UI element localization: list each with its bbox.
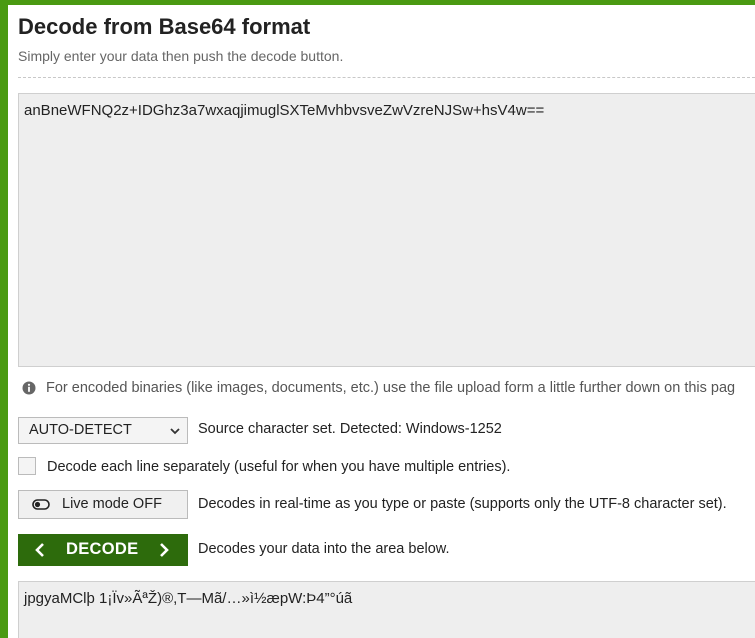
page-title: Decode from Base64 format (18, 14, 311, 39)
left-accent-bar (0, 0, 8, 638)
live-mode-toggle-button[interactable]: Live mode OFF (18, 490, 188, 519)
charset-select[interactable]: AUTO-DETECT (18, 417, 188, 444)
decoded-output-value[interactable]: jpgyaMClþ 1¡Ïv»ÃªŽ)®,T—Mã/…»ì½æpW:Þ4”°úã (24, 590, 352, 607)
base64-input-textarea[interactable] (18, 93, 755, 367)
base64-input-value[interactable]: anBneWFNQ2z+IDGhz3a7wxaqjimuglSXTeMvhbvs… (24, 102, 544, 119)
chevron-right-icon (160, 543, 169, 557)
chevron-down-icon (170, 428, 180, 435)
decode-each-line-checkbox[interactable] (18, 457, 36, 475)
decode-button[interactable]: DECODE (18, 534, 188, 566)
file-upload-hint: For encoded binaries (like images, docum… (46, 380, 736, 396)
charset-description: Source character set. Detected: Windows-… (198, 421, 502, 437)
live-mode-description: Decodes in real-time as you type or past… (198, 496, 727, 512)
page-subtitle: Simply enter your data then push the dec… (18, 48, 344, 64)
decode-button-label: DECODE (66, 540, 139, 558)
chevron-left-icon (35, 543, 44, 557)
info-icon (22, 381, 36, 395)
decode-each-line-label[interactable]: Decode each line separately (useful for … (47, 459, 510, 475)
decode-description: Decodes your data into the area below. (198, 541, 450, 557)
section-divider (18, 77, 755, 78)
charset-select-value: AUTO-DETECT (29, 422, 132, 438)
live-mode-label: Live mode OFF (62, 496, 162, 512)
toggle-off-icon (32, 499, 50, 510)
